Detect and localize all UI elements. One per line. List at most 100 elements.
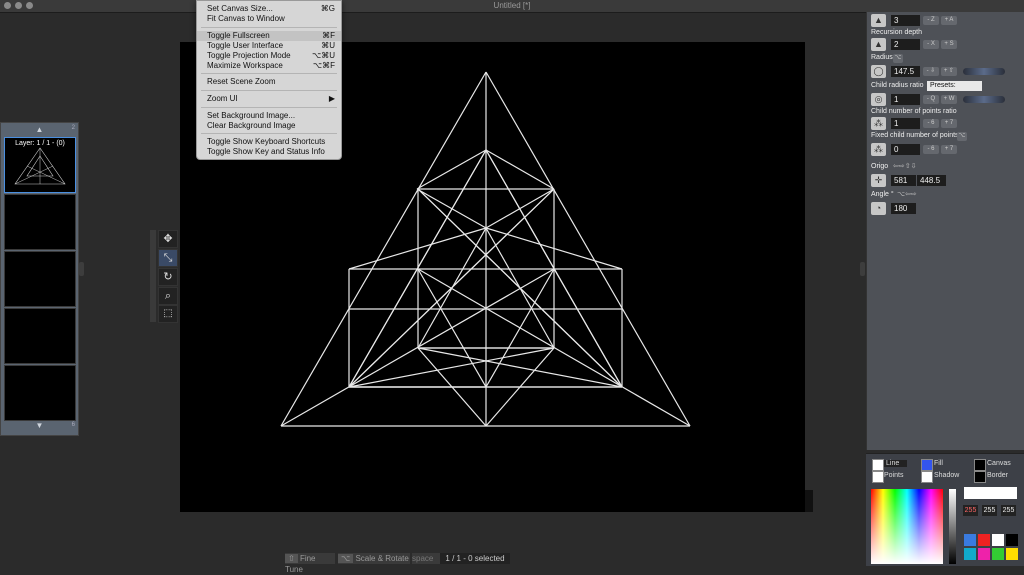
menu-item-set-background-image[interactable]: Set Background Image... [197,111,341,121]
border-swatch[interactable] [974,471,986,483]
menu-item-label: Zoom UI [207,94,238,103]
fractal-line [417,188,623,388]
points-swatch[interactable] [872,471,884,483]
diamond [416,149,487,190]
tool-column: ✥ ⤡ ↻ ⌕ ⬚ [150,230,178,323]
palette-blue[interactable] [964,534,976,546]
recursion-icon: ▲ [871,38,886,51]
layers-scroll-up-icon[interactable]: ▲ [1,125,78,134]
palette-green[interactable] [992,548,1004,560]
red-value[interactable]: 255 [963,505,978,516]
child-points-increment[interactable]: + 7 [941,119,957,128]
child-ratio-row: ◎ 1 - Q + W [871,93,1021,106]
fixed-points-value[interactable]: 0 [891,144,920,155]
origo-x-value[interactable]: 581 [891,175,916,186]
menu-item-zoom-ui[interactable]: Zoom UI ▶ [197,94,341,104]
fixed-points-row: ⁂ 0 - 6 + 7 [871,143,1021,156]
child-ratio-icon: ◎ [871,93,886,106]
child-points-decrement[interactable]: - 6 [923,119,939,128]
menu-item-clear-background-image[interactable]: Clear Background Image [197,121,341,131]
selection-status: 1 / 1 - 0 selected [440,553,510,564]
palette-yellow[interactable] [1006,548,1018,560]
line-swatch[interactable] [872,459,884,471]
menu-separator [201,27,337,28]
menu-item-shortcut: ⌥⌘F [312,61,335,70]
child-points-row: ⁂ 1 - 6 + 7 [871,117,1021,130]
layer-slot-5[interactable] [4,365,76,421]
radius-slider[interactable] [963,68,1005,75]
parameters-panel: ▲ 3 - Z + A Recursion depth ▲ 2 - X + S … [866,12,1024,450]
menu-item-fit-canvas-to-window[interactable]: Fit Canvas to Window [197,14,341,24]
child-points-value[interactable]: 1 [891,118,920,129]
layers-panel: ▲ 2 Layer: 1 / 1 - (0) ▼ 6 [0,122,79,436]
rotate-tool-icon[interactable]: ↻ [158,268,178,286]
space-key: space [412,553,440,564]
menu-item-set-canvas-size[interactable]: Set Canvas Size... ⌘G [197,4,341,14]
right-panel-handle[interactable] [860,262,865,276]
radius-value[interactable]: 147.5 [891,66,920,77]
recursion-value[interactable]: 2 [891,39,920,50]
child-ratio-decrement[interactable]: - Q [923,95,939,104]
layer-thumbnail-1[interactable]: Layer: 1 / 1 - (0) [4,137,76,193]
palette-cyan[interactable] [964,548,976,560]
left-panel-handle[interactable] [79,262,84,276]
radius-increment[interactable]: + ⇧ [941,67,957,76]
layer-slot-3[interactable] [4,251,76,307]
color-picker[interactable] [871,489,943,564]
points-icon: ▲ [871,14,886,27]
palette-black[interactable] [1006,534,1018,546]
menu-item-toggle-show-key-status-info[interactable]: Toggle Show Key and Status Info [197,147,341,157]
palette-white[interactable] [992,534,1004,546]
menu-separator [201,133,337,134]
points-decrement[interactable]: - Z [923,16,939,25]
recursion-decrement[interactable]: - X [923,40,939,49]
origo-row: ✛ 581 448.5 [871,174,1021,187]
shadow-swatch[interactable] [921,471,933,483]
color-panel: Line Fill Canvas Points Shadow Border 25… [866,453,1024,566]
option-key: ⌥ [338,554,354,563]
canvas-label: Canvas [987,460,1011,467]
layer-thumbnail-preview [14,147,66,185]
layer-slot-2[interactable] [4,194,76,250]
menu-item-toggle-show-keyboard-shortcuts[interactable]: Toggle Show Keyboard Shortcuts [197,137,341,147]
blue-value[interactable]: 255 [1001,505,1016,516]
child-ratio-increment[interactable]: + W [941,95,957,104]
angle-row: ◔ 180 [871,202,1021,215]
zoom-tool-icon[interactable]: ⌕ [158,287,178,305]
green-value[interactable]: 255 [982,505,997,516]
recursion-increment[interactable]: + S [941,40,957,49]
menu-item-toggle-projection-mode[interactable]: Toggle Projection Mode ⌥⌘U [197,51,341,61]
canvas-swatch[interactable] [974,459,986,471]
origo-icon: ✛ [871,174,886,187]
points-value[interactable]: 3 [891,15,920,26]
fixed-points-decrement[interactable]: - 6 [923,145,939,154]
layer-slot-4[interactable] [4,308,76,364]
child-ratio-slider[interactable] [963,96,1005,103]
move-tool-icon[interactable]: ✥ [158,230,178,248]
brightness-slider[interactable] [949,489,956,564]
child-ratio-value[interactable]: 1 [891,94,920,105]
select-tool-icon[interactable]: ⬚ [158,305,178,323]
fixed-points-increment[interactable]: + 7 [941,145,957,154]
points-label: Points [884,472,904,479]
radius-row: ◯ 147.5 - ⇩ + ⇧ [871,65,1021,78]
palette-magenta[interactable] [978,548,990,560]
scale-tool-icon[interactable]: ⤡ [158,249,178,267]
menu-item-reset-scene-zoom[interactable]: Reset Scene Zoom [197,77,341,87]
menu-separator [201,73,337,74]
menu-item-toggle-user-interface[interactable]: Toggle User Interface ⌘U [197,41,341,51]
radius-decrement[interactable]: - ⇩ [923,67,939,76]
presets-dropdown[interactable]: Presets: [927,81,982,91]
menu-item-toggle-fullscreen[interactable]: Toggle Fullscreen ⌘F [197,31,341,41]
menu-item-label: Toggle Show Keyboard Shortcuts [207,137,326,146]
angle-value[interactable]: 180 [891,203,916,214]
layers-scroll-down-icon[interactable]: ▼ [1,421,78,430]
menu-item-maximize-workspace[interactable]: Maximize Workspace ⌥⌘F [197,61,341,71]
line-label[interactable]: Line [884,460,908,467]
origo-y-value[interactable]: 448.5 [917,175,946,186]
scale-rotate-label: Scale & Rotate [355,554,409,563]
radius-icon: ◯ [871,65,886,78]
palette-red[interactable] [978,534,990,546]
points-increment[interactable]: + A [941,16,957,25]
fill-swatch[interactable] [921,459,933,471]
